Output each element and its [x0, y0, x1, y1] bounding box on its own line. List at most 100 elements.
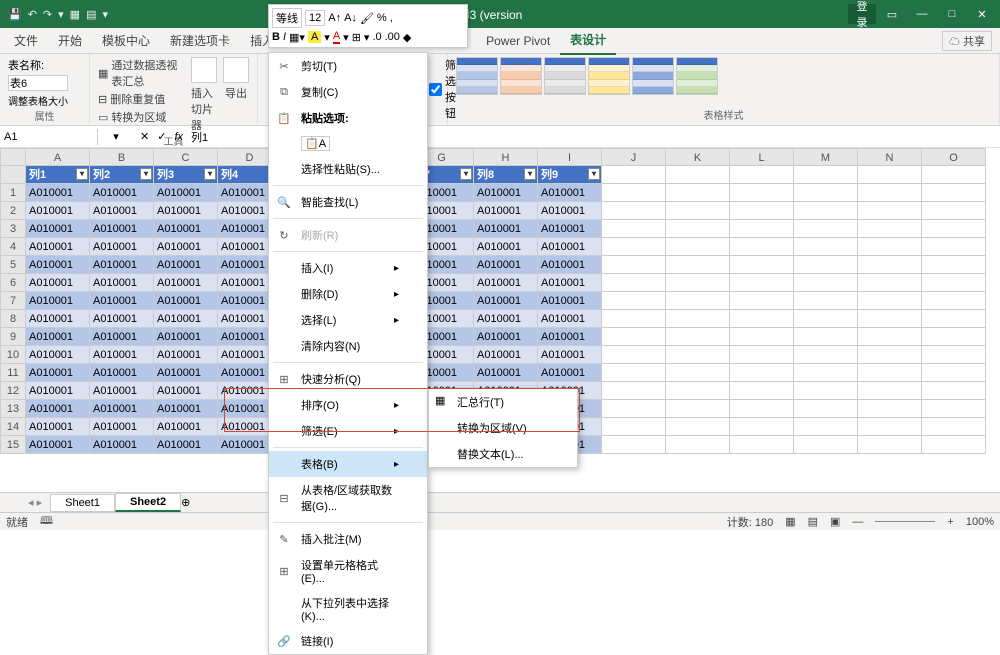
- cell[interactable]: [602, 364, 666, 382]
- sheet-tab[interactable]: Sheet2: [115, 493, 181, 512]
- cell[interactable]: [922, 418, 986, 436]
- cell[interactable]: [730, 382, 794, 400]
- convert-button[interactable]: ▭ 转换为区域: [98, 109, 185, 125]
- table-styles-gallery[interactable]: [456, 57, 991, 95]
- cell[interactable]: [666, 436, 730, 454]
- context-menu[interactable]: ✂剪切(T) ⧉复制(C) 📋粘贴选项: 📋A 选择性粘贴(S)... 🔍智能查…: [268, 52, 428, 655]
- cell[interactable]: [794, 418, 858, 436]
- cell[interactable]: 列9▾: [538, 166, 602, 184]
- row-header[interactable]: 10: [0, 346, 26, 364]
- cell[interactable]: [858, 274, 922, 292]
- cell[interactable]: [602, 436, 666, 454]
- cell[interactable]: [602, 220, 666, 238]
- cell[interactable]: A010001: [26, 436, 90, 454]
- table-style-swatch[interactable]: [456, 57, 498, 95]
- menu-smart-find[interactable]: 🔍智能查找(L): [269, 189, 427, 215]
- cell[interactable]: [666, 238, 730, 256]
- cell[interactable]: A010001: [26, 238, 90, 256]
- resize-table[interactable]: 调整表格大小: [8, 93, 81, 108]
- column-header[interactable]: N: [858, 148, 922, 166]
- cell[interactable]: [666, 364, 730, 382]
- cell[interactable]: [794, 274, 858, 292]
- cell[interactable]: A010001: [154, 238, 218, 256]
- filter-dropdown-icon[interactable]: ▾: [76, 168, 88, 180]
- share-button[interactable]: ☁ 共享: [942, 31, 992, 51]
- cell[interactable]: A010001: [474, 220, 538, 238]
- cell[interactable]: A010001: [26, 184, 90, 202]
- table-name-input[interactable]: [8, 75, 68, 91]
- cell[interactable]: A010001: [154, 436, 218, 454]
- row-header[interactable]: 15: [0, 436, 26, 454]
- cell[interactable]: A010001: [26, 418, 90, 436]
- column-header[interactable]: B: [90, 148, 154, 166]
- cell[interactable]: A010001: [26, 382, 90, 400]
- cell[interactable]: [602, 418, 666, 436]
- cell[interactable]: A010001: [90, 292, 154, 310]
- row-header[interactable]: 11: [0, 364, 26, 382]
- table-style-swatch[interactable]: [544, 57, 586, 95]
- cell[interactable]: A010001: [538, 364, 602, 382]
- font-size[interactable]: 12: [305, 10, 325, 26]
- cell[interactable]: A010001: [26, 328, 90, 346]
- cell[interactable]: [794, 382, 858, 400]
- cell[interactable]: [602, 202, 666, 220]
- cell[interactable]: [858, 292, 922, 310]
- cell[interactable]: [858, 346, 922, 364]
- column-header[interactable]: J: [602, 148, 666, 166]
- cell[interactable]: A010001: [474, 310, 538, 328]
- cell[interactable]: [602, 292, 666, 310]
- redo-icon[interactable]: ↷: [43, 8, 52, 21]
- cell[interactable]: [794, 238, 858, 256]
- qat-icon[interactable]: ▤: [86, 8, 96, 21]
- column-header[interactable]: M: [794, 148, 858, 166]
- zoom-level[interactable]: 100%: [966, 516, 994, 528]
- cell[interactable]: A010001: [90, 436, 154, 454]
- table-submenu[interactable]: ▦汇总行(T) 转换为区域(V) 替换文本(L)...: [428, 388, 578, 468]
- cell[interactable]: [730, 328, 794, 346]
- cell[interactable]: [858, 256, 922, 274]
- cell[interactable]: A010001: [154, 364, 218, 382]
- cell[interactable]: [666, 184, 730, 202]
- cell[interactable]: [858, 400, 922, 418]
- cell[interactable]: [730, 310, 794, 328]
- column-header[interactable]: I: [538, 148, 602, 166]
- menu-copy[interactable]: ⧉复制(C): [269, 79, 427, 105]
- cell[interactable]: A010001: [474, 328, 538, 346]
- menu-insert[interactable]: 插入(I)▸: [269, 255, 427, 281]
- cell[interactable]: [794, 220, 858, 238]
- cell[interactable]: A010001: [26, 346, 90, 364]
- cell[interactable]: [922, 184, 986, 202]
- cell[interactable]: A010001: [538, 274, 602, 292]
- cell[interactable]: A010001: [154, 382, 218, 400]
- close-icon[interactable]: ✕: [968, 4, 996, 24]
- menu-select[interactable]: 选择(L)▸: [269, 307, 427, 333]
- cell[interactable]: [794, 310, 858, 328]
- menu-link[interactable]: 🔗链接(I): [269, 628, 427, 654]
- cell[interactable]: A010001: [538, 184, 602, 202]
- cell[interactable]: A010001: [154, 346, 218, 364]
- cell[interactable]: A010001: [90, 202, 154, 220]
- font-color-icon[interactable]: A: [333, 30, 340, 44]
- submenu-alt-text[interactable]: 替换文本(L)...: [429, 441, 577, 467]
- cell[interactable]: A010001: [538, 346, 602, 364]
- cell[interactable]: [922, 400, 986, 418]
- table-style-swatch[interactable]: [632, 57, 674, 95]
- cell[interactable]: [730, 292, 794, 310]
- cell[interactable]: [794, 400, 858, 418]
- cell[interactable]: A010001: [154, 292, 218, 310]
- cell[interactable]: A010001: [90, 364, 154, 382]
- cell[interactable]: 列1▾: [26, 166, 90, 184]
- cell[interactable]: [858, 382, 922, 400]
- minimize-icon[interactable]: —: [908, 4, 936, 24]
- cell[interactable]: A010001: [26, 202, 90, 220]
- cell[interactable]: A010001: [538, 220, 602, 238]
- save-icon[interactable]: 💾: [8, 8, 22, 21]
- slicer-button[interactable]: 插入切片器: [191, 57, 217, 133]
- cell[interactable]: [922, 274, 986, 292]
- cell[interactable]: [730, 364, 794, 382]
- cell[interactable]: [794, 346, 858, 364]
- ribbon-tab[interactable]: Power Pivot: [476, 29, 560, 53]
- qat-icon[interactable]: ▦: [70, 8, 80, 21]
- menu-table[interactable]: 表格(B)▸: [269, 451, 427, 477]
- cell[interactable]: A010001: [154, 256, 218, 274]
